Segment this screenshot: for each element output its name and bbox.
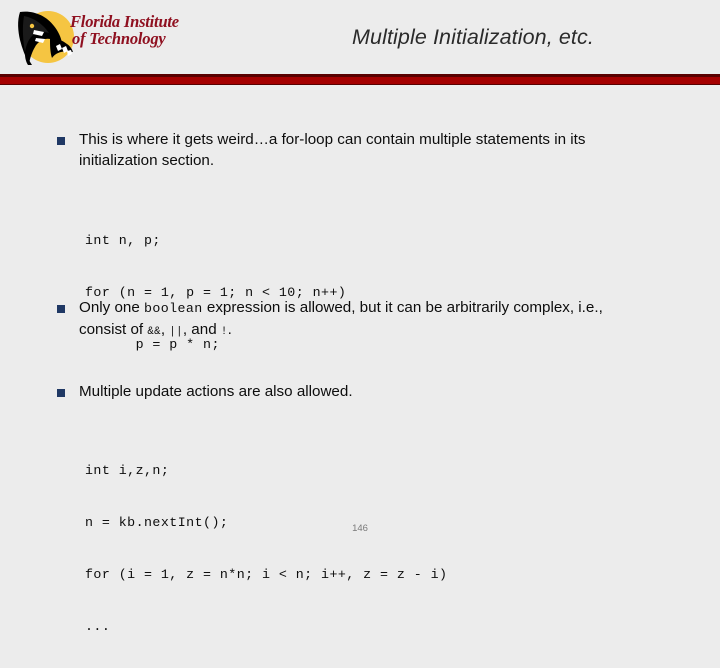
square-bullet-icon bbox=[57, 305, 65, 313]
code-line: ... bbox=[85, 619, 111, 634]
bullet-item: Only one boolean expression is allowed, … bbox=[57, 298, 637, 342]
code-block: int n, p; for (n = 1, p = 1; n < 10; n++… bbox=[85, 200, 346, 386]
slide-header: Florida Institute of Technology Multiple… bbox=[0, 0, 720, 85]
logo-wordmark-line2: of Technology bbox=[72, 28, 166, 48]
code-line: int n, p; bbox=[85, 233, 161, 248]
institution-logo: Florida Institute of Technology bbox=[12, 6, 192, 68]
inline-code: boolean bbox=[144, 301, 203, 316]
code-block: int i,z,n; n = kb.nextInt(); for (i = 1,… bbox=[85, 430, 447, 668]
bullet-item: This is where it gets weird…a for-loop c… bbox=[57, 130, 667, 171]
logo-wordmark: Florida Institute of Technology bbox=[70, 13, 198, 60]
page-number: 146 bbox=[352, 523, 368, 534]
header-divider-rule bbox=[0, 74, 720, 85]
square-bullet-icon bbox=[57, 137, 65, 145]
code-line: int i,z,n; bbox=[85, 463, 170, 478]
bullet-item: Multiple update actions are also allowed… bbox=[57, 382, 507, 403]
inline-operator: && bbox=[147, 325, 161, 338]
square-bullet-icon bbox=[57, 389, 65, 397]
slide-body: This is where it gets weird…a for-loop c… bbox=[0, 86, 720, 634]
inline-operator: ! bbox=[220, 325, 228, 338]
bullet-item-text: This is where it gets weird…a for-loop c… bbox=[79, 131, 586, 169]
code-line: for (i = 1, z = n*n; i < n; i++, z = z -… bbox=[85, 567, 448, 582]
bullet-item-text: Only one boolean expression is allowed, … bbox=[79, 299, 603, 338]
slide-title: Multiple Initialization, etc. bbox=[352, 25, 594, 49]
bullet-item-text: Multiple update actions are also allowed… bbox=[79, 383, 353, 400]
inline-operator: || bbox=[169, 325, 183, 338]
